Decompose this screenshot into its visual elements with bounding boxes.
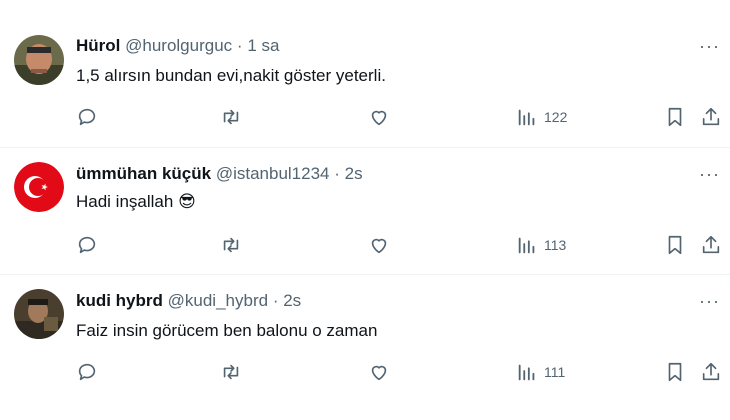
retweet-icon: [223, 237, 239, 253]
handle[interactable]: @kudi_hybrd: [168, 291, 268, 310]
separator: ·: [334, 164, 340, 183]
bookmark-icon: [668, 235, 682, 255]
display-name[interactable]: Hürol: [76, 36, 120, 55]
share-icon: [702, 107, 720, 126]
share-button[interactable]: [700, 234, 722, 256]
handle[interactable]: @istanbul1234: [216, 164, 330, 183]
bookmark-button[interactable]: [664, 361, 686, 383]
tweet-header: kudi hybrd @kudi_hybrd · 2s: [76, 291, 301, 311]
more-icon[interactable]: ···: [699, 164, 720, 185]
bookmark-button[interactable]: [664, 106, 686, 128]
timestamp[interactable]: 2s: [345, 164, 363, 183]
view-count: 111: [544, 364, 566, 380]
more-icon[interactable]: ···: [699, 36, 720, 57]
turkish-flag-icon: [14, 162, 64, 212]
tweet-header: ümmühan küçük @istanbul1234 · 2s: [76, 164, 363, 184]
timestamp[interactable]: 2s: [283, 291, 301, 310]
retweet-icon: [223, 109, 239, 125]
timestamp[interactable]: 1 sa: [247, 36, 279, 55]
share-button[interactable]: [700, 361, 722, 383]
bar-chart-icon: [518, 109, 535, 126]
sunglasses-emoji-icon: 😎: [178, 192, 196, 211]
tweet[interactable]: ümmühan küçük @istanbul1234 · 2s ··· Had…: [0, 148, 730, 275]
heart-icon: [371, 238, 387, 254]
view-count: 122: [544, 109, 568, 125]
bar-chart-icon: [518, 237, 535, 254]
person-photo-icon: [14, 289, 64, 339]
reply-button[interactable]: [76, 234, 98, 256]
avatar[interactable]: [14, 35, 64, 85]
like-button[interactable]: [368, 106, 390, 128]
reply-icon: [78, 363, 96, 381]
bar-chart-icon: [518, 364, 535, 381]
display-name[interactable]: ümmühan küçük: [76, 164, 211, 183]
reply-button[interactable]: [76, 106, 98, 128]
tweet-text-content: Hadi inşallah: [76, 192, 174, 211]
person-photo-icon: [14, 35, 64, 85]
tweet-actions: 113: [76, 234, 722, 262]
avatar[interactable]: [14, 289, 64, 339]
retweet-button[interactable]: [220, 106, 242, 128]
bookmark-icon: [668, 362, 682, 382]
heart-icon: [371, 110, 387, 126]
views-button[interactable]: 122: [516, 106, 567, 128]
handle[interactable]: @hurolgurguc: [125, 36, 232, 55]
more-icon[interactable]: ···: [699, 291, 720, 312]
tweet-text: Hadi inşallah 😎: [76, 192, 196, 212]
avatar[interactable]: [14, 162, 64, 212]
tweet[interactable]: kudi hybrd @kudi_hybrd · 2s ··· Faiz ins…: [0, 275, 730, 420]
view-count: 113: [544, 237, 567, 253]
share-icon: [702, 362, 720, 381]
reply-icon: [78, 108, 96, 126]
share-icon: [702, 235, 720, 254]
like-button[interactable]: [368, 234, 390, 256]
reply-icon: [78, 236, 96, 254]
like-button[interactable]: [368, 361, 390, 383]
retweet-icon: [223, 364, 239, 380]
display-name[interactable]: kudi hybrd: [76, 291, 163, 310]
tweet-text: 1,5 alırsın bundan evi,nakit göster yete…: [76, 66, 386, 85]
views-button[interactable]: 111: [516, 361, 565, 383]
tweet-actions: 111: [76, 361, 722, 389]
separator: ·: [236, 36, 243, 55]
separator: ·: [272, 291, 279, 310]
bookmark-button[interactable]: [664, 234, 686, 256]
share-button[interactable]: [700, 106, 722, 128]
bookmark-icon: [668, 107, 682, 127]
tweet-header: Hürol @hurolgurguc · 1 sa: [76, 36, 279, 56]
retweet-button[interactable]: [220, 234, 242, 256]
tweet-actions: 122: [76, 106, 722, 134]
tweet-text: Faiz insin görücem ben balonu o zaman: [76, 321, 378, 340]
retweet-button[interactable]: [220, 361, 242, 383]
reply-button[interactable]: [76, 361, 98, 383]
tweet[interactable]: Hürol @hurolgurguc · 1 sa ··· 1,5 alırsı…: [0, 0, 730, 148]
heart-icon: [371, 365, 387, 381]
views-button[interactable]: 113: [516, 234, 566, 256]
